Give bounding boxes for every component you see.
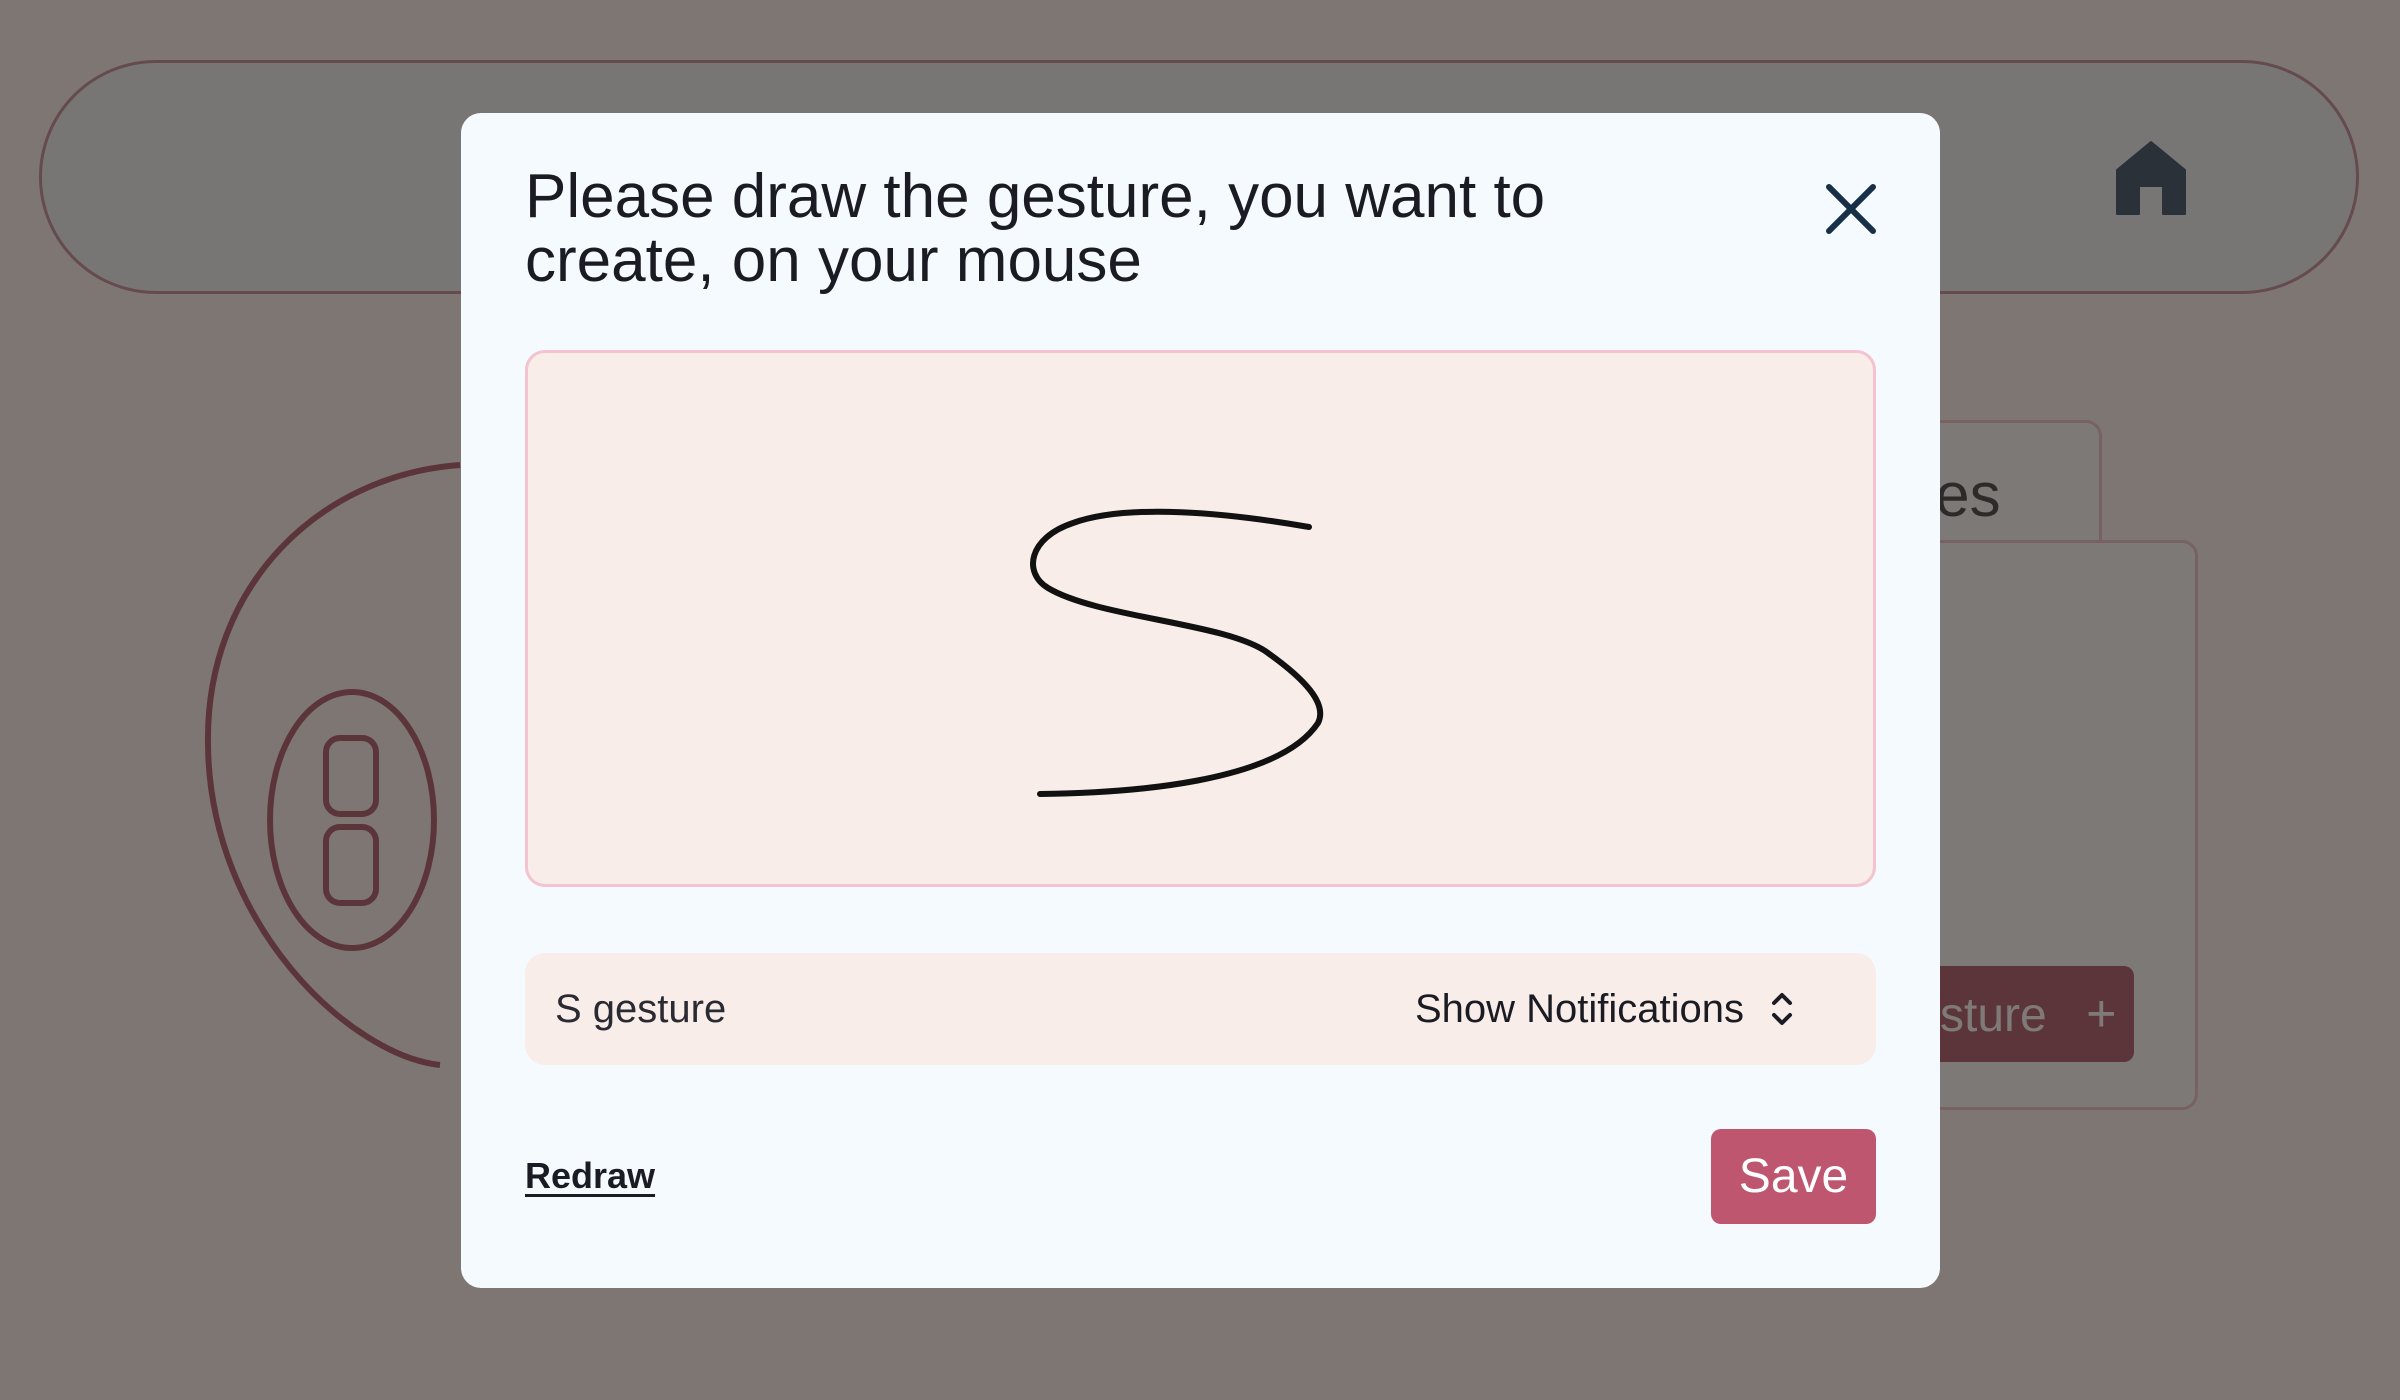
- gesture-name-input[interactable]: [555, 981, 1255, 1037]
- close-button[interactable]: [1811, 169, 1891, 249]
- dialog-title: Please draw the gesture, you want to cre…: [525, 162, 1546, 295]
- gesture-action-selected: Show Notifications: [1415, 986, 1745, 1031]
- gesture-action-select[interactable]: Show Notifications: [1415, 973, 1796, 1045]
- save-button[interactable]: Save: [1711, 1129, 1876, 1224]
- chevron-up-down-icon: [1772, 993, 1793, 1025]
- gesture-settings-row: Show Notifications: [525, 953, 1876, 1065]
- create-gesture-dialog: Please draw the gesture, you want to cre…: [461, 113, 1940, 1288]
- gesture-drawing-canvas[interactable]: [525, 350, 1876, 887]
- redraw-link[interactable]: Redraw: [525, 1155, 655, 1197]
- drawn-gesture-stroke: [1030, 508, 1324, 797]
- close-icon: [1826, 184, 1876, 234]
